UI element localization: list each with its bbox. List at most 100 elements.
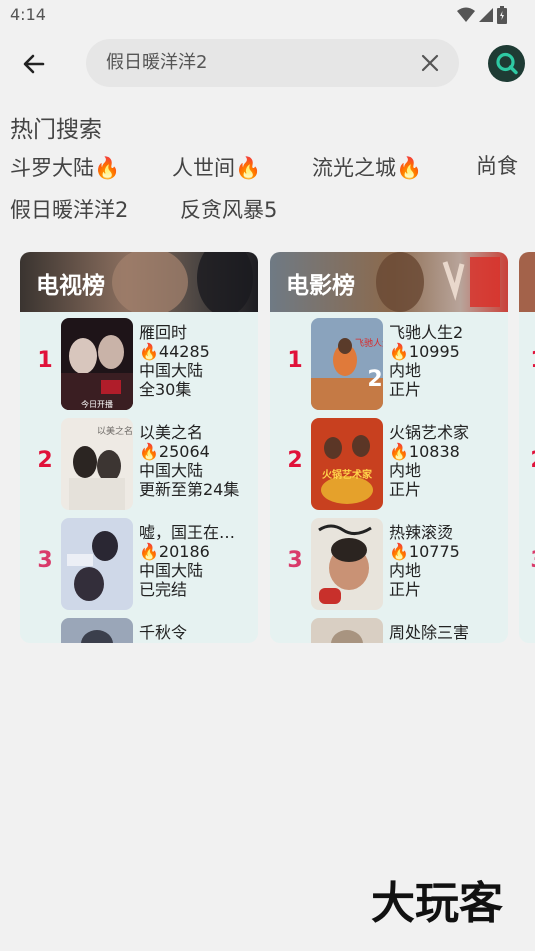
ranking-boards[interactable]: 电视榜 1 今日开播 雁回时 🔥44285 中国大陆 全30集 2 以美之名 以… [0, 245, 535, 655]
hot-tag[interactable]: 流光之城🔥 [312, 152, 422, 182]
rank-number: 3 [523, 548, 535, 573]
hot-tag-label: 斗罗大陆 [10, 156, 94, 180]
third-board-partial[interactable]: 1 2 3 [519, 252, 535, 643]
fire-icon: 🔥 [235, 156, 262, 180]
item-info: 雁回时 🔥44285 中国大陆 全30集 [139, 323, 251, 399]
item-region: 中国大陆 [139, 461, 204, 480]
tv-board: 电视榜 1 今日开播 雁回时 🔥44285 中国大陆 全30集 2 以美之名 以… [20, 252, 258, 643]
hot-tag[interactable]: 反贪风暴5 [180, 194, 277, 224]
movie-board-item[interactable]: 1 飞驰人生 2 飞驰人生2 🔥10995 内地 正片 [270, 318, 508, 414]
tv-board-item[interactable]: 1 今日开播 雁回时 🔥44285 中国大陆 全30集 [20, 318, 258, 414]
heat-value: 10838 [408, 442, 460, 461]
third-board-header [519, 252, 535, 312]
search-bar-row [0, 32, 535, 94]
tv-board-header[interactable]: 电视榜 [20, 252, 258, 316]
item-status: 全30集 [139, 380, 192, 399]
item-status: 已完结 [139, 580, 188, 599]
item-info: 飞驰人生2 🔥10995 内地 正片 [389, 323, 501, 399]
hot-search-title: 热门搜索 [10, 117, 102, 143]
rank-number: 1 [37, 348, 53, 373]
search-button[interactable] [488, 45, 525, 82]
status-time: 4:14 [10, 5, 46, 24]
item-title: 周处除三害 [389, 623, 470, 642]
poster-image: 今日开播 [61, 318, 133, 410]
hot-tag[interactable]: 假日暖洋洋2 [10, 194, 128, 224]
heat-value: 44285 [158, 342, 210, 361]
item-status: 正片 [389, 580, 422, 599]
tv-board-title: 电视榜 [36, 273, 105, 299]
fire-icon: 🔥 [139, 542, 159, 561]
item-info: 以美之名 🔥25064 中国大陆 更新至第24集 [139, 423, 251, 499]
hot-tag-label: 人世间 [172, 156, 235, 180]
movie-board-item[interactable]: 3 热辣滚烫 🔥10775 内地 正片 [270, 518, 508, 614]
hot-search-section: 热门搜索 斗罗大陆🔥 人世间🔥 流光之城🔥 尚食 假日暖洋洋2 反贪风暴5 [0, 95, 535, 245]
item-title: 嘘，国王在… [139, 523, 236, 542]
fire-icon: 🔥 [94, 156, 121, 180]
hot-tag[interactable]: 斗罗大陆🔥 [10, 152, 120, 182]
clear-icon[interactable] [419, 52, 441, 74]
rank-number: 2 [287, 448, 303, 473]
movie-board: 电影榜 1 飞驰人生 2 飞驰人生2 🔥10995 内地 正片 [270, 252, 508, 643]
poster-image [311, 618, 383, 643]
battery-icon [497, 6, 507, 24]
movie-board-item[interactable]: 2 火锅艺术家 火锅艺术家 🔥10838 内地 正片 [270, 418, 508, 514]
hot-tag[interactable]: 人世间🔥 [172, 152, 261, 182]
heat-value: 10775 [408, 542, 460, 561]
heat-value: 25064 [158, 442, 210, 461]
rank-number: 2 [37, 448, 53, 473]
item-info: 热辣滚烫 🔥10775 内地 正片 [389, 523, 501, 599]
movie-board-header[interactable]: 电影榜 [270, 252, 508, 312]
item-title: 飞驰人生2 [389, 323, 464, 342]
tv-board-item[interactable]: 3 嘘，国王在… 🔥20186 中国大陆 已完结 [20, 518, 258, 614]
poster-image: 以美之名 [61, 418, 133, 510]
hot-tag-label: 流光之城 [312, 156, 396, 180]
rank-number: 1 [287, 348, 303, 373]
poster-image: 飞驰人生 2 [311, 318, 383, 410]
item-region: 中国大陆 [139, 361, 204, 380]
poster-caption-number: 2 [367, 367, 382, 392]
tv-board-item[interactable]: 千秋令 [20, 618, 258, 643]
item-title: 热辣滚烫 [389, 523, 454, 542]
status-bar: 4:14 [0, 0, 535, 32]
fire-icon: 🔥 [139, 442, 159, 461]
heat-value: 10995 [408, 342, 460, 361]
tv-board-item[interactable]: 2 以美之名 以美之名 🔥25064 中国大陆 更新至第24集 [20, 418, 258, 514]
poster-image [311, 518, 383, 610]
movie-board-title: 电影榜 [286, 273, 355, 299]
item-info: 嘘，国王在… 🔥20186 中国大陆 已完结 [139, 523, 251, 599]
poster-caption: 火锅艺术家 [322, 468, 373, 481]
rank-number: 1 [523, 348, 535, 373]
hot-tag-label: 反贪风暴5 [180, 198, 278, 222]
status-icons [457, 6, 507, 24]
item-title: 雁回时 [139, 323, 188, 342]
item-region: 内地 [389, 461, 422, 480]
hot-tag-label: 假日暖洋洋2 [10, 198, 129, 222]
item-region: 中国大陆 [139, 561, 204, 580]
hot-tag[interactable]: 尚食 [476, 150, 518, 180]
poster-caption: 以美之名 [97, 425, 133, 437]
signal-icon [479, 8, 493, 22]
search-input[interactable] [106, 39, 406, 87]
item-region: 内地 [389, 361, 422, 380]
fire-icon: 🔥 [396, 156, 423, 180]
item-title: 火锅艺术家 [389, 423, 470, 442]
wifi-icon [457, 7, 475, 22]
poster-image: 火锅艺术家 [311, 418, 383, 510]
poster-caption: 今日开播 [81, 399, 113, 409]
search-box [86, 39, 459, 87]
hot-tag-label: 尚食 [476, 154, 518, 178]
poster-image [61, 518, 133, 610]
item-info: 千秋令 [139, 623, 251, 642]
watermark-text: 大玩客 [371, 878, 503, 929]
item-info: 周处除三害 [389, 623, 501, 642]
fire-icon: 🔥 [389, 442, 409, 461]
back-arrow-icon[interactable] [18, 48, 50, 80]
item-title: 千秋令 [139, 623, 188, 642]
search-icon [496, 52, 518, 75]
item-status: 正片 [389, 380, 422, 399]
movie-board-item[interactable]: 周处除三害 [270, 618, 508, 643]
rank-number: 3 [287, 548, 303, 573]
item-info: 火锅艺术家 🔥10838 内地 正片 [389, 423, 501, 499]
item-status: 更新至第24集 [139, 480, 240, 499]
poster-caption: 飞驰人生 [355, 337, 383, 349]
